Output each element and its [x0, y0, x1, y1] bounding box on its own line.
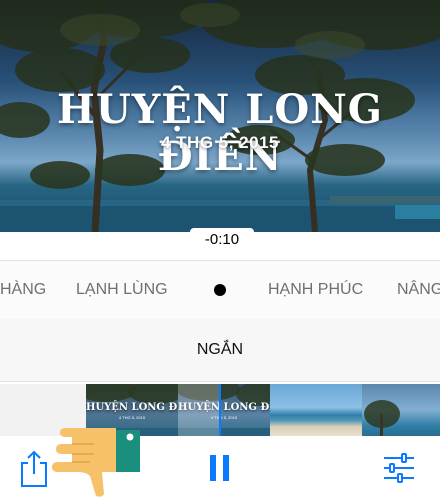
- length-selector[interactable]: NGẮN: [0, 319, 440, 382]
- filmstrip-frame: [362, 384, 440, 436]
- mood-option[interactable]: HÀNG: [0, 281, 46, 299]
- pause-button[interactable]: [208, 454, 232, 487]
- length-option[interactable]: NGẮN: [0, 341, 440, 359]
- memory-date: 4 THG 5, 2015: [160, 133, 279, 152]
- frame-date: 4 THG 5, 2015: [118, 415, 146, 420]
- mood-option[interactable]: NÂNG: [397, 281, 440, 299]
- filmstrip-frame: [270, 384, 362, 436]
- playhead[interactable]: [219, 384, 221, 438]
- mood-selector[interactable]: HÀNG LẠNH LÙNG HẠNH PHÚC NÂNG: [0, 260, 440, 320]
- adjust-button[interactable]: [382, 452, 416, 489]
- sliders-icon: [384, 453, 414, 483]
- time-remaining: -0:10: [190, 228, 254, 250]
- thumbs-down-pointer-icon: [52, 428, 140, 497]
- frame-title: HUYỆN LONG ĐIỀN: [86, 402, 178, 413]
- share-button[interactable]: [18, 448, 50, 493]
- mood-option[interactable]: HẠNH PHÚC: [268, 281, 363, 299]
- share-icon: [21, 450, 47, 487]
- selected-mood-dot: [214, 284, 226, 296]
- played-region: [178, 384, 220, 436]
- mood-option[interactable]: LẠNH LÙNG: [76, 281, 168, 299]
- pause-icon: [210, 455, 229, 481]
- frame-scene: [364, 400, 400, 436]
- memory-photo[interactable]: HUYỆN LONG ĐIỀN 4 THG 5, 2015: [0, 0, 440, 232]
